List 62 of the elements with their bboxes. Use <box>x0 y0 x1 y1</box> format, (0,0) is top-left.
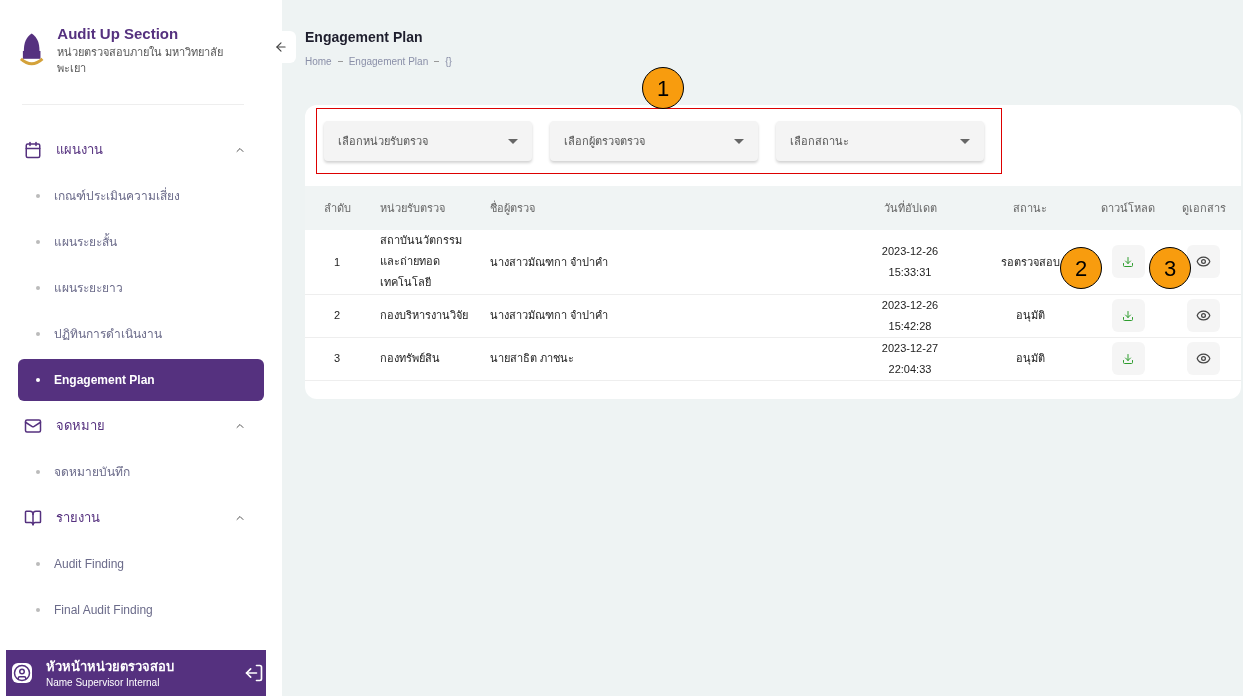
breadcrumb-item[interactable]: Home <box>305 54 332 69</box>
brand-title: Audit Up Section <box>57 24 180 44</box>
caret-icon <box>734 138 744 144</box>
table-cell: 2023-12-26 15:42:28 <box>850 294 970 337</box>
menu-group[interactable]: จดหมาย <box>18 403 264 449</box>
menu-item[interactable]: Final Audit Finding <box>18 589 264 631</box>
download-icon <box>1122 309 1134 322</box>
user-role: หัวหน้าหน่วยตรวจสอบ <box>46 658 175 676</box>
user-icon <box>12 663 32 683</box>
view-button[interactable] <box>1187 342 1220 375</box>
eye-icon <box>1196 254 1211 270</box>
download-icon <box>1122 352 1134 365</box>
logout-icon[interactable] <box>244 663 264 683</box>
brand-subtitle: หน่วยตรวจสอบภายใน มหาวิทยาลัยพะเยา <box>57 45 225 76</box>
calendar-icon <box>24 141 42 159</box>
table-cell: กองบริหารงานวิจัย <box>369 294 490 337</box>
table-cell: 2023-12-27 22:04:33 <box>850 337 970 380</box>
status-text: อนุมัติ <box>1015 309 1045 322</box>
table-cell: 2023-12-26 15:33:31 <box>850 230 970 294</box>
select-field[interactable]: เลือกหน่วยรับตรวจ <box>324 121 532 161</box>
column-header: วันที่อัปเดต <box>850 186 970 230</box>
book-icon <box>24 509 42 527</box>
breadcrumb-item[interactable]: Engagement Plan <box>348 54 429 69</box>
table-cell: สถาบันนวัตกรรมและถ่ายทอดเทคโนโลยี <box>369 230 490 294</box>
column-header: ดาวน์โหลด <box>1090 186 1166 230</box>
column-header: ดูเอกสาร <box>1166 186 1241 230</box>
table-cell: นางสาวมัณฑกา จำปาคำ <box>490 294 850 337</box>
menu-item[interactable]: ปฏิทินการดำเนินงาน <box>18 313 264 355</box>
select-field[interactable]: เลือกผู้ตรวจตรวจ <box>550 121 758 161</box>
menu-item[interactable]: เกณฑ์ประเมินความเสี่ยง <box>18 175 264 217</box>
column-header: สถานะ <box>970 186 1090 230</box>
menu-item[interactable]: Engagement Plan <box>18 359 264 401</box>
menu-group[interactable]: รายงาน <box>18 495 264 541</box>
table-cell: นายสาธิต ภาชนะ <box>490 337 850 380</box>
menu-item[interactable]: แผนระยะยาว <box>18 267 264 309</box>
column-header: ลำดับ <box>305 186 369 230</box>
page-title: Engagement Plan <box>305 28 424 47</box>
menu-item[interactable]: จดหมายบันทึก <box>18 451 264 493</box>
download-icon <box>1122 255 1134 268</box>
table-cell: นางสาวมัณฑกา จำปาคำ <box>490 230 850 294</box>
menu-item[interactable]: แผนระยะสั้น <box>18 221 264 263</box>
eye-icon <box>1196 308 1211 323</box>
caret-icon <box>960 138 970 144</box>
eye-icon <box>1196 351 1211 366</box>
menu-group[interactable]: แผนงาน <box>18 127 264 173</box>
callout-marker: 1 <box>642 67 684 109</box>
select-field[interactable]: เลือกสถานะ <box>776 121 984 161</box>
column-header: หน่วยรับตรวจ <box>369 186 490 230</box>
table-cell: 1 <box>305 230 369 294</box>
table-cell: 3 <box>305 337 369 380</box>
menu-item[interactable]: Audit Finding <box>18 543 264 585</box>
view-button[interactable] <box>1187 299 1220 332</box>
breadcrumb-item: {} <box>445 55 452 69</box>
table-cell: กองทรัพย์สิน <box>369 337 490 380</box>
caret-icon <box>508 138 518 144</box>
status-text: รอตรวจสอบ <box>1000 255 1060 268</box>
mail-icon <box>24 417 42 435</box>
status-text: อนุมัติ <box>1015 352 1045 365</box>
view-button[interactable] <box>1187 245 1220 279</box>
column-header: ชื่อผู้ตรวจ <box>490 186 850 230</box>
user-name: Name Supervisor Internal <box>46 677 161 689</box>
table-cell: 2 <box>305 294 369 337</box>
